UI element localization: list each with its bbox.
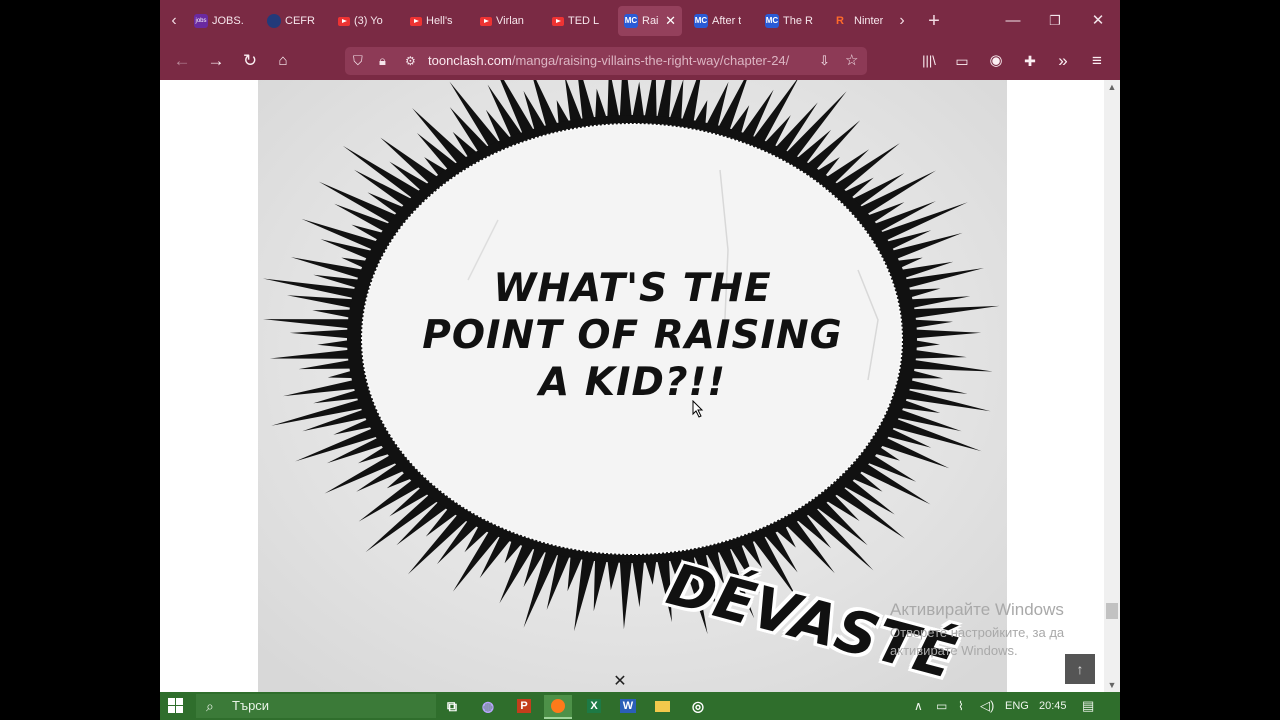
tab-label: JOBS. bbox=[212, 15, 244, 28]
url-path: /manga/raising-villains-the-right-way/ch… bbox=[511, 53, 790, 68]
tab-toonclash-active[interactable]: MC Rai ✕ bbox=[618, 6, 682, 36]
word-icon[interactable]: W bbox=[614, 695, 642, 717]
youtube-favicon-icon bbox=[410, 16, 422, 26]
overflow-chevron-icon[interactable]: » bbox=[1050, 48, 1076, 74]
tab-label: Ninter bbox=[854, 15, 884, 28]
close-overlay-icon[interactable]: ✕ bbox=[610, 672, 630, 692]
navigation-bar: ← → ↻ ⌂ ⛉ 🔒︎ ⚙ toonclash.com/manga/raisi… bbox=[160, 42, 1120, 80]
back-arrow-icon[interactable]: ← bbox=[169, 48, 195, 74]
account-icon[interactable]: ◉ bbox=[983, 48, 1009, 74]
tab-youtube-4[interactable]: TED L bbox=[552, 6, 610, 36]
youtube-favicon-icon bbox=[338, 16, 350, 26]
firefox-icon[interactable] bbox=[544, 695, 572, 719]
windows-activation-watermark: Активирайте Windows Отворете настройките… bbox=[890, 600, 1090, 660]
screen: ‹ jobs JOBS. CEFR (3) Yo Hell's Virlan TE… bbox=[160, 0, 1120, 720]
tab-scroll-right-icon[interactable]: › bbox=[889, 8, 915, 34]
scrollbar-thumb[interactable] bbox=[1106, 603, 1118, 619]
notifications-icon[interactable]: ▤ bbox=[1082, 692, 1094, 720]
taskbar-search-box[interactable]: ⌕ Търси bbox=[196, 694, 436, 718]
tab-label: After t bbox=[712, 15, 742, 28]
powerpoint-icon[interactable]: P bbox=[510, 695, 538, 717]
lock-icon[interactable]: 🔒︎ bbox=[379, 47, 386, 75]
speech-bubble-text: WHAT'S THE POINT OF RAISING A KID?!! bbox=[422, 266, 843, 405]
library-icon[interactable]: |||\ bbox=[916, 48, 942, 74]
toonclash-favicon-icon: MC bbox=[624, 14, 638, 29]
tab-toonclash-3[interactable]: MC The R bbox=[765, 6, 823, 36]
url-domain: toonclash.com bbox=[428, 53, 512, 68]
tray-display-icon[interactable]: ▭ bbox=[936, 692, 947, 720]
tab-strip: ‹ jobs JOBS. CEFR (3) Yo Hell's Virlan TE… bbox=[160, 0, 1120, 42]
tab-label: Virlan bbox=[496, 15, 524, 28]
tab-scroll-left-icon[interactable]: ‹ bbox=[161, 8, 187, 34]
bookmark-star-icon[interactable]: ☆ bbox=[845, 47, 858, 75]
home-icon[interactable]: ⌂ bbox=[270, 48, 296, 74]
shield-icon[interactable]: ⛉ bbox=[353, 47, 363, 75]
tab-label: The R bbox=[783, 15, 813, 28]
windows-taskbar: ⌕ Търси ⧉ ◍ P X W ◎ ∧ ▭ ⌇ ◁) ENG 20:45 ▤ bbox=[160, 692, 1120, 720]
clock-time[interactable]: 20:45 bbox=[1039, 692, 1067, 720]
toonclash-favicon-icon: MC bbox=[694, 14, 708, 29]
forward-arrow-icon[interactable]: → bbox=[203, 48, 229, 74]
obs-icon[interactable]: ◎ bbox=[684, 695, 712, 717]
language-indicator[interactable]: ENG bbox=[1005, 692, 1029, 720]
cefr-favicon-icon bbox=[267, 14, 281, 29]
tab-cefr[interactable]: CEFR bbox=[267, 6, 325, 36]
tab-label: Rai bbox=[642, 15, 659, 28]
tab-label: TED L bbox=[568, 15, 600, 28]
tray-overflow-chevron-icon[interactable]: ∧ bbox=[914, 692, 923, 720]
scroll-up-arrow-icon[interactable]: ▲ bbox=[1104, 80, 1120, 94]
sidebar-icon[interactable]: ▭ bbox=[949, 48, 975, 74]
network-icon[interactable]: ⌇ bbox=[958, 692, 964, 720]
tab-nintendo[interactable]: R Ninter bbox=[836, 6, 890, 36]
address-bar[interactable]: ⛉ 🔒︎ ⚙ toonclash.com/manga/raising-villa… bbox=[345, 47, 867, 75]
file-explorer-icon[interactable] bbox=[648, 695, 676, 717]
tab-label: (3) Yo bbox=[354, 15, 383, 28]
vertical-scrollbar[interactable]: ▲ ▼ bbox=[1104, 80, 1120, 692]
tab-youtube-2[interactable]: Hell's bbox=[410, 6, 468, 36]
windows-start-icon[interactable] bbox=[168, 698, 184, 714]
jobs-favicon-icon: jobs bbox=[194, 14, 208, 29]
task-view-icon[interactable]: ⧉ bbox=[438, 695, 466, 717]
youtube-favicon-icon bbox=[552, 16, 564, 26]
restore-icon[interactable]: ❐ bbox=[1034, 6, 1076, 36]
nintendo-favicon-icon: R bbox=[836, 15, 844, 28]
close-tab-icon[interactable]: ✕ bbox=[665, 6, 676, 36]
watermark-subtitle: Отворете настройките, за да активирате W… bbox=[890, 625, 1065, 658]
tab-toonclash-2[interactable]: MC After t bbox=[694, 6, 752, 36]
youtube-favicon-icon bbox=[480, 16, 492, 26]
tab-youtube-3[interactable]: Virlan bbox=[480, 6, 538, 36]
watermark-title: Активирайте Windows bbox=[890, 600, 1064, 619]
scroll-down-arrow-icon[interactable]: ▼ bbox=[1104, 678, 1120, 692]
excel-icon[interactable]: X bbox=[580, 695, 608, 717]
viber-icon[interactable]: ◍ bbox=[474, 695, 502, 717]
volume-icon[interactable]: ◁) bbox=[980, 692, 994, 720]
extensions-icon[interactable]: ✚ bbox=[1017, 48, 1043, 74]
tab-label: Hell's bbox=[426, 15, 453, 28]
url-text[interactable]: toonclash.com/manga/raising-villains-the… bbox=[428, 47, 789, 75]
menu-hamburger-icon[interactable]: ≡ bbox=[1084, 48, 1110, 74]
search-icon: ⌕ bbox=[206, 698, 214, 714]
new-tab-plus-icon[interactable]: + bbox=[921, 8, 947, 34]
tab-youtube-1[interactable]: (3) Yo bbox=[338, 6, 396, 36]
download-page-icon[interactable]: ⇩ bbox=[819, 47, 830, 75]
page-content: WHAT'S THE POINT OF RAISING A KID?!! DÉV… bbox=[160, 80, 1104, 692]
tab-jobs[interactable]: jobs JOBS. bbox=[194, 6, 252, 36]
toonclash-favicon-icon: MC bbox=[765, 14, 779, 29]
reload-icon[interactable]: ↻ bbox=[237, 48, 263, 74]
window-close-icon[interactable]: ✕ bbox=[1077, 6, 1119, 36]
search-placeholder: Търси bbox=[232, 698, 270, 713]
permissions-icon[interactable]: ⚙ bbox=[405, 47, 416, 75]
tab-label: CEFR bbox=[285, 15, 315, 28]
minimize-icon[interactable]: — bbox=[992, 6, 1034, 36]
scroll-to-top-button[interactable]: ↑ bbox=[1065, 654, 1095, 684]
